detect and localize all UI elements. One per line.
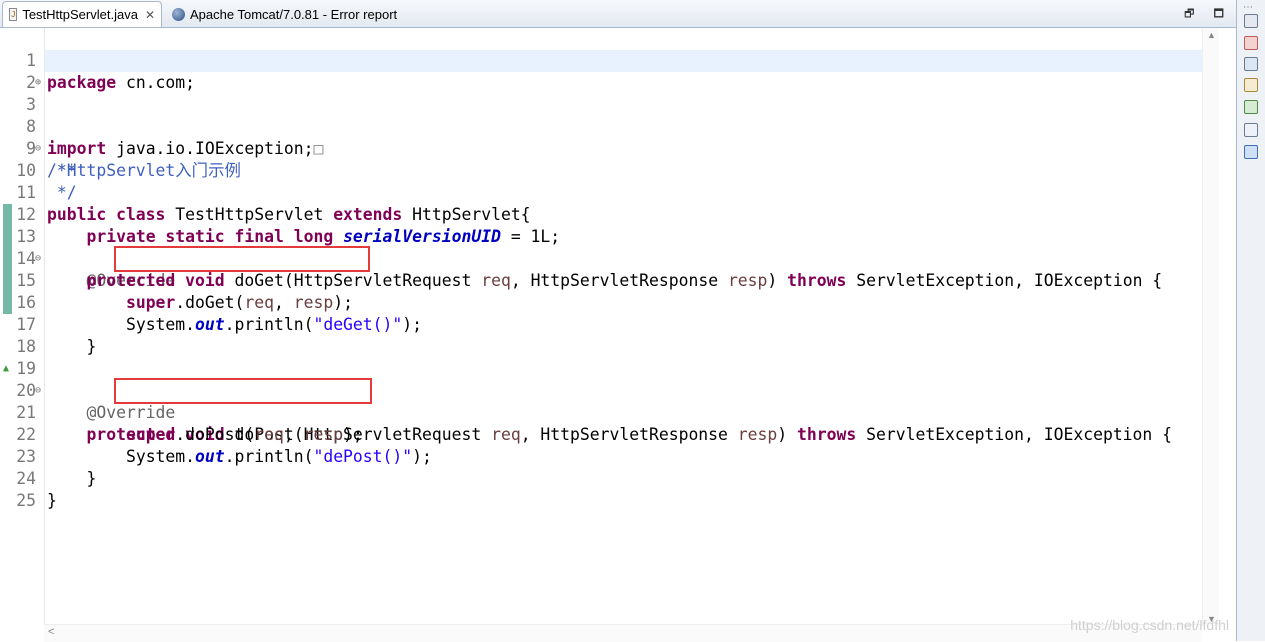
code-line: 18 [0,314,1218,356]
override-indicator-icon[interactable]: ▲ [3,358,9,380]
scroll-up-icon[interactable]: ▲ [1207,30,1216,40]
code-line: 17 } [0,292,1218,356]
editor-tab-bar: J TestHttpServlet.java ✕ Apache Tomcat/7… [0,0,1236,28]
code-line: 1 package cn.com; [0,28,1218,92]
restore-view-icon[interactable] [1244,14,1258,28]
code-line: 19 ⊖ @Override [0,336,1218,422]
code-line: 20 ▲ protected void doPost(HttpServletRe… [0,358,1218,444]
highlight-box-super-dopost [114,378,372,404]
code-line: 2 [0,50,1218,92]
code-line: 16 System.out.println("deGet()"); [0,270,1218,334]
restore-icon[interactable]: 🗗 [1184,8,1202,20]
console-view-icon[interactable] [1244,145,1258,159]
code-line: 13 ⊖ @Override [0,204,1218,290]
tab-tomcat-error-report[interactable]: Apache Tomcat/7.0.81 - Error report [166,2,426,26]
code-line: 22 System.out.println("dePost()"); [0,402,1218,466]
globe-icon [172,7,185,21]
toolbar-grip-icon: ⋯ [1243,2,1254,13]
tab-testhttpservlet-java[interactable]: J TestHttpServlet.java ✕ [2,1,162,27]
java-file-icon: J [9,8,18,21]
code-line: 25 [0,468,1218,510]
code-line: 8 ⊖ /** [0,94,1218,180]
code-line: 23 } [0,424,1218,488]
highlight-box-super-doget [114,246,370,272]
vertical-scrollbar[interactable]: ▲ ▼ [1202,28,1219,626]
servers-view-icon[interactable] [1244,100,1258,114]
tab-label: Apache Tomcat/7.0.81 - Error report [190,6,398,22]
right-trim-toolbar: ⋯ [1236,0,1265,641]
expand-fold-icon[interactable]: ⊕ [35,72,41,94]
line-number: 25 [16,491,36,510]
code-text: } [47,491,57,510]
close-tab-icon[interactable]: ✕ [145,8,155,22]
code-line: 24 } [0,446,1218,510]
outline-view-icon[interactable] [1244,57,1258,71]
code-line: 14 protected void doGet(HttpServletReque… [0,226,1218,290]
properties-view-icon[interactable] [1244,123,1258,137]
maximize-icon[interactable]: 🗖 [1214,8,1232,20]
code-line: 3 ⊕ import java.io.IOException;□ [0,72,1218,158]
window-controls: 🗗 🗖 [1184,5,1232,24]
code-editor[interactable]: 1 package cn.com; 2 3 ⊕ import java.io.I… [0,28,1218,628]
code-line: 10 */ [0,138,1218,202]
scroll-left-icon[interactable]: < [48,626,54,638]
code-line: 12 private static final long serialVersi… [0,182,1218,246]
hierarchy-view-icon[interactable] [1244,78,1258,92]
problems-view-icon[interactable] [1244,36,1258,50]
watermark: https://blog.csdn.net/lfdfhl [1070,617,1229,633]
horizontal-scrollbar[interactable]: < [44,624,1202,642]
tab-label: TestHttpServlet.java [22,7,138,22]
code-line: 9 *HttpServlet入门示例 [0,116,1218,180]
code-line: 11 public class TestHttpServlet extends … [0,160,1218,224]
